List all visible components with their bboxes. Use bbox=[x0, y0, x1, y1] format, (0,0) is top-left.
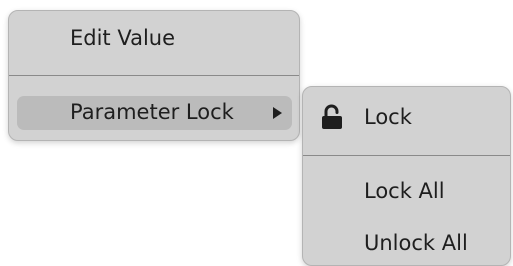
menu-item-edit-value[interactable]: Edit Value bbox=[70, 28, 175, 49]
menu-item-parameter-lock[interactable]: Parameter Lock bbox=[17, 96, 292, 130]
submenu-item-lock[interactable]: Lock bbox=[303, 87, 510, 149]
menu-item-parameter-lock-label: Parameter Lock bbox=[70, 100, 234, 124]
submenu-item-unlock-all[interactable]: Unlock All bbox=[364, 233, 468, 254]
submenu-separator bbox=[303, 155, 510, 156]
menu-separator bbox=[9, 75, 299, 76]
submenu-arrow-icon bbox=[273, 107, 282, 119]
context-menu: Edit Value Parameter Lock bbox=[8, 10, 300, 141]
unlocked-padlock-icon bbox=[322, 104, 342, 129]
parameter-lock-submenu: Lock Lock All Unlock All bbox=[302, 86, 511, 266]
submenu-item-lock-label: Lock bbox=[364, 105, 412, 129]
submenu-item-lock-all[interactable]: Lock All bbox=[364, 181, 445, 202]
